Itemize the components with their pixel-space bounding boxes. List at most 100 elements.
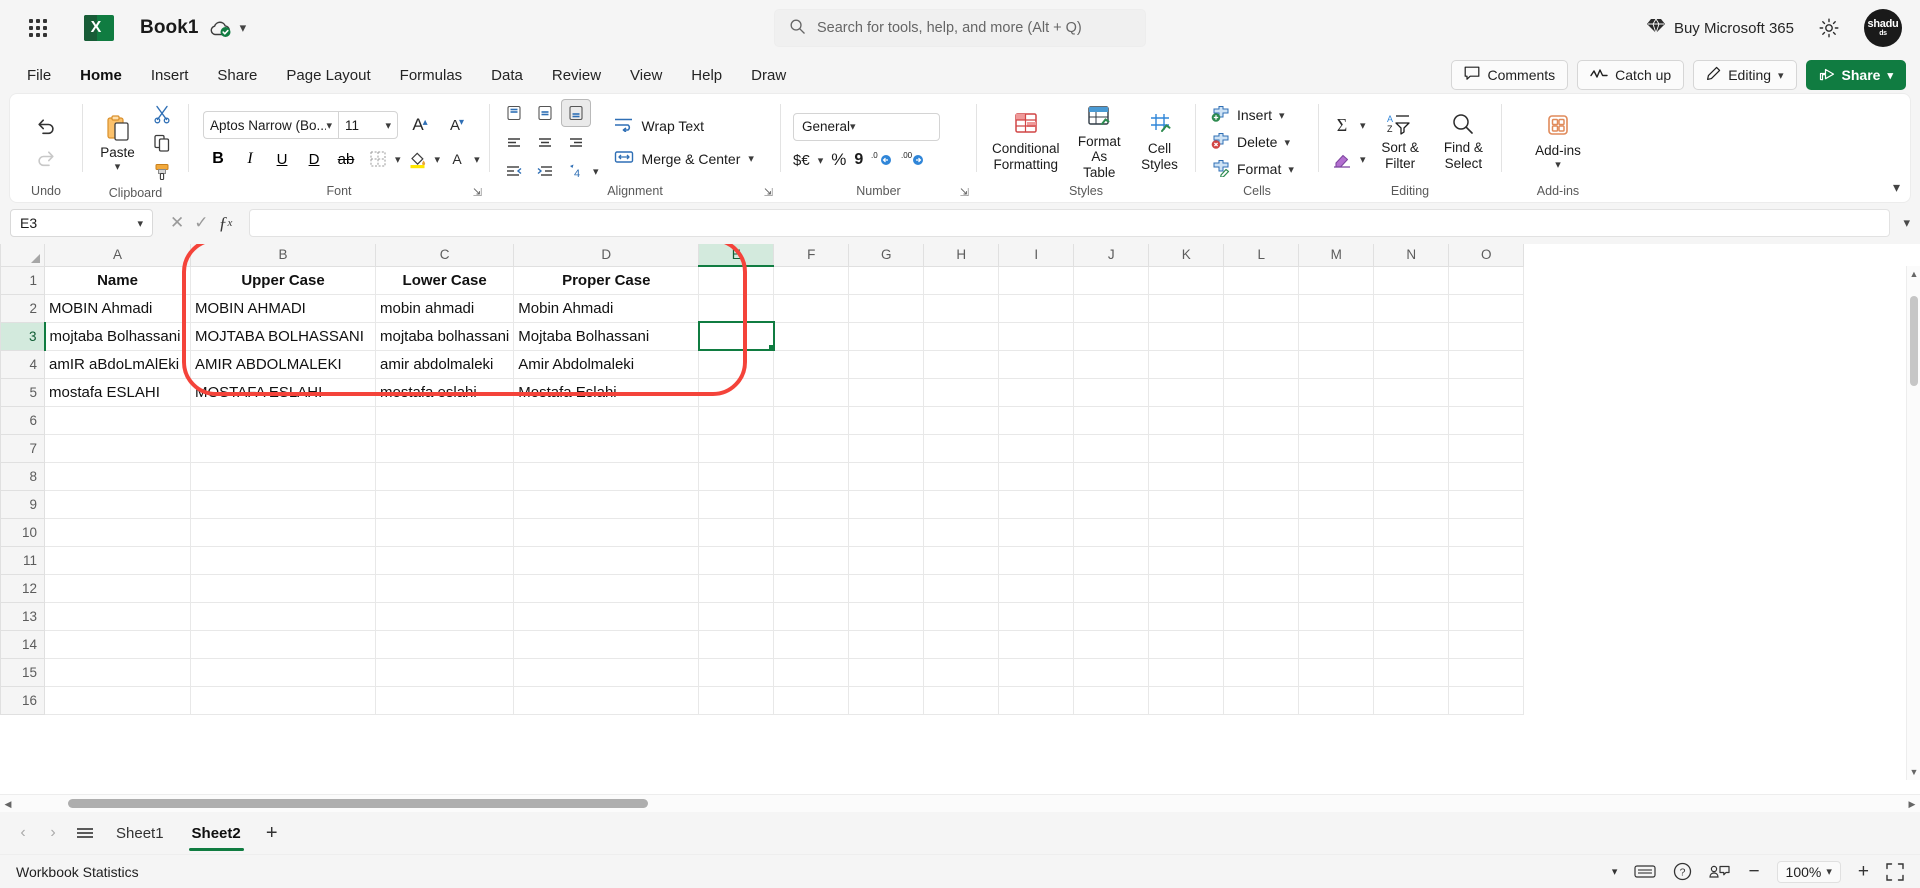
cell-G3[interactable] bbox=[848, 321, 925, 351]
cell-G9[interactable] bbox=[848, 489, 925, 519]
cell-D14[interactable] bbox=[513, 629, 700, 659]
cell-G13[interactable] bbox=[848, 601, 925, 631]
cell-F12[interactable] bbox=[773, 573, 850, 603]
bold-button[interactable]: B bbox=[203, 145, 233, 173]
column-header-H[interactable]: H bbox=[923, 244, 1000, 267]
cell-I8[interactable] bbox=[998, 461, 1075, 491]
cell-I6[interactable] bbox=[998, 405, 1075, 435]
format-cells-button[interactable]: Format ▾ bbox=[1206, 157, 1299, 182]
row-header-15[interactable]: 15 bbox=[0, 657, 45, 687]
row-header-2[interactable]: 2 bbox=[0, 293, 45, 323]
cell-C14[interactable] bbox=[374, 629, 515, 659]
cell-G6[interactable] bbox=[848, 405, 925, 435]
cell-L16[interactable] bbox=[1223, 685, 1300, 715]
cell-I13[interactable] bbox=[998, 601, 1075, 631]
number-format-select[interactable]: General ▾ bbox=[793, 112, 940, 141]
fullscreen-icon[interactable] bbox=[1886, 862, 1904, 881]
cell-N1[interactable] bbox=[1373, 265, 1450, 295]
cell-G14[interactable] bbox=[848, 629, 925, 659]
cell-M16[interactable] bbox=[1298, 685, 1375, 715]
ribbon-tab-view[interactable]: View bbox=[617, 62, 675, 89]
row-header-16[interactable]: 16 bbox=[0, 685, 45, 715]
cell-N3[interactable] bbox=[1373, 321, 1450, 351]
cell-L5[interactable] bbox=[1223, 377, 1300, 407]
column-header-C[interactable]: C bbox=[374, 244, 515, 267]
cell-O8[interactable] bbox=[1448, 461, 1525, 491]
cell-O11[interactable] bbox=[1448, 545, 1525, 575]
cell-C1[interactable]: Lower Case bbox=[374, 265, 515, 295]
cell-B12[interactable] bbox=[190, 573, 376, 603]
cell-H15[interactable] bbox=[923, 657, 1000, 687]
find-select-button[interactable]: Find & Select bbox=[1435, 109, 1492, 174]
cell-B9[interactable] bbox=[190, 489, 376, 519]
cell-M2[interactable] bbox=[1298, 293, 1375, 323]
cell-C6[interactable] bbox=[374, 405, 515, 435]
cell-H13[interactable] bbox=[923, 601, 1000, 631]
cell-N5[interactable] bbox=[1373, 377, 1450, 407]
ribbon-tab-share[interactable]: Share bbox=[204, 62, 270, 89]
cell-J2[interactable] bbox=[1073, 293, 1150, 323]
cell-D1[interactable]: Proper Case bbox=[513, 265, 700, 295]
cell-F1[interactable] bbox=[773, 265, 850, 295]
expand-formula-bar-chevron-down-icon[interactable]: ▾ bbox=[1903, 215, 1910, 231]
cell-K2[interactable] bbox=[1148, 293, 1225, 323]
cell-B5[interactable]: MOSTAFA ESLAHI bbox=[190, 377, 376, 407]
cell-D2[interactable]: Mobin Ahmadi bbox=[513, 293, 700, 323]
cell-F15[interactable] bbox=[773, 657, 850, 687]
column-header-M[interactable]: M bbox=[1298, 244, 1375, 267]
cell-B1[interactable]: Upper Case bbox=[190, 265, 376, 295]
cell-H7[interactable] bbox=[923, 433, 1000, 463]
cell-O10[interactable] bbox=[1448, 517, 1525, 547]
cell-J8[interactable] bbox=[1073, 461, 1150, 491]
previous-sheet-arrow-icon[interactable]: ‹ bbox=[10, 820, 36, 846]
column-header-G[interactable]: G bbox=[848, 244, 925, 267]
cell-E4[interactable] bbox=[698, 349, 775, 379]
cell-C11[interactable] bbox=[374, 545, 515, 575]
cell-C8[interactable] bbox=[374, 461, 515, 491]
cell-C10[interactable] bbox=[374, 517, 515, 547]
column-header-J[interactable]: J bbox=[1073, 244, 1150, 267]
cell-B11[interactable] bbox=[190, 545, 376, 575]
cell-O6[interactable] bbox=[1448, 405, 1525, 435]
cell-L2[interactable] bbox=[1223, 293, 1300, 323]
wrap-text-button[interactable]: Wrap Text bbox=[609, 113, 759, 138]
cell-I7[interactable] bbox=[998, 433, 1075, 463]
row-header-6[interactable]: 6 bbox=[0, 405, 45, 435]
autosum-chevron-down-icon[interactable]: ▾ bbox=[1360, 119, 1366, 132]
fill-color-button[interactable] bbox=[403, 145, 433, 173]
cell-A9[interactable] bbox=[44, 489, 191, 519]
cell-I1[interactable] bbox=[998, 265, 1075, 295]
italic-button[interactable]: I bbox=[235, 145, 265, 173]
cell-L7[interactable] bbox=[1223, 433, 1300, 463]
cell-J4[interactable] bbox=[1073, 349, 1150, 379]
autosum-button[interactable]: Σ bbox=[1327, 111, 1357, 139]
cell-G2[interactable] bbox=[848, 293, 925, 323]
row-header-13[interactable]: 13 bbox=[0, 601, 45, 631]
cell-F11[interactable] bbox=[773, 545, 850, 575]
cell-H5[interactable] bbox=[923, 377, 1000, 407]
cell-M7[interactable] bbox=[1298, 433, 1375, 463]
cell-M1[interactable] bbox=[1298, 265, 1375, 295]
cell-M9[interactable] bbox=[1298, 489, 1375, 519]
cell-M3[interactable] bbox=[1298, 321, 1375, 351]
cell-F7[interactable] bbox=[773, 433, 850, 463]
scroll-right-arrow-icon[interactable]: ▶ bbox=[1904, 795, 1920, 813]
cell-J7[interactable] bbox=[1073, 433, 1150, 463]
cell-E9[interactable] bbox=[698, 489, 775, 519]
cell-A2[interactable]: MOBIN Ahmadi bbox=[44, 293, 191, 323]
cell-I15[interactable] bbox=[998, 657, 1075, 687]
cell-L3[interactable] bbox=[1223, 321, 1300, 351]
scroll-left-arrow-icon[interactable]: ◀ bbox=[0, 795, 16, 813]
cell-I2[interactable] bbox=[998, 293, 1075, 323]
row-header-4[interactable]: 4 bbox=[0, 349, 45, 379]
cell-F13[interactable] bbox=[773, 601, 850, 631]
add-ins-button[interactable]: Add-ins ▾ bbox=[1529, 110, 1587, 175]
cell-A3[interactable]: mojtaba Bolhassani bbox=[44, 321, 191, 351]
cell-O15[interactable] bbox=[1448, 657, 1525, 687]
cancel-entry-icon[interactable]: ✕ bbox=[170, 213, 184, 233]
underline-button[interactable]: U bbox=[267, 145, 297, 173]
cell-N7[interactable] bbox=[1373, 433, 1450, 463]
select-all-corner[interactable] bbox=[0, 244, 45, 267]
cell-A12[interactable] bbox=[44, 573, 191, 603]
cell-G4[interactable] bbox=[848, 349, 925, 379]
